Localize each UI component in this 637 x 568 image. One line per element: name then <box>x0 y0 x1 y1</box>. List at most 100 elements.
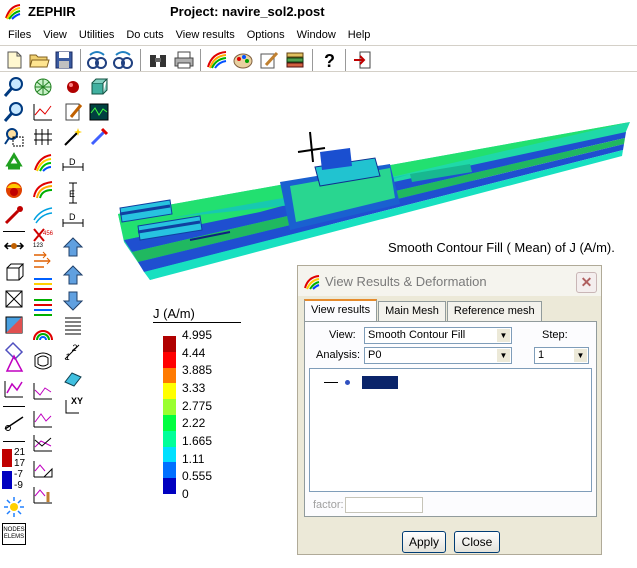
paint-palette-icon[interactable] <box>232 49 254 71</box>
menu-options[interactable]: Options <box>241 29 291 41</box>
dialog-title-bar[interactable]: View Results & Deformation ✕ <box>298 266 601 296</box>
exit-icon[interactable] <box>352 49 374 71</box>
crossed-box-icon[interactable] <box>3 288 25 310</box>
new-file-icon[interactable] <box>3 49 25 71</box>
mesh-graph-icon[interactable] <box>32 101 54 123</box>
xy-curve-icon[interactable] <box>32 380 54 402</box>
multi-curve-icon[interactable] <box>32 432 54 454</box>
save-icon[interactable] <box>53 49 75 71</box>
wireframe-sphere-icon[interactable] <box>32 76 54 98</box>
factor-input[interactable] <box>345 497 423 513</box>
apply-button[interactable]: Apply <box>402 531 446 553</box>
arrow-down-icon[interactable] <box>62 290 84 312</box>
analysis-select[interactable]: P0 ▼ <box>364 347 512 364</box>
results-tree[interactable] <box>309 368 592 492</box>
legend-color-segment <box>163 415 176 432</box>
arrow-up-icon[interactable] <box>62 236 84 258</box>
menu-view-results[interactable]: View results <box>170 29 241 41</box>
fill-contour-icon[interactable] <box>32 152 54 174</box>
svg-text:1: 1 <box>65 352 70 362</box>
light-icon[interactable] <box>3 496 25 518</box>
menu-bar: Files View Utilities Do cuts View result… <box>0 26 637 44</box>
rainbow-icon[interactable] <box>206 49 228 71</box>
rainbow-contour-icon[interactable] <box>32 178 54 200</box>
nodes-elems-button[interactable]: NODES ELEMS <box>2 523 26 545</box>
binoculars-icon[interactable] <box>147 49 169 71</box>
tree-item[interactable] <box>324 376 404 389</box>
contour-lines-icon[interactable] <box>32 204 54 226</box>
axis-scale-icon[interactable]: 2 1 <box>62 340 84 362</box>
print-icon[interactable] <box>173 49 195 71</box>
xy-axes-icon[interactable]: XY <box>62 394 84 416</box>
oscilloscope-icon[interactable] <box>88 101 110 123</box>
chevron-down-icon: ▼ <box>574 349 587 362</box>
layers-icon[interactable] <box>284 49 306 71</box>
value-range-widget[interactable]: 21 17 -7 -9 <box>2 447 28 493</box>
paint-brush-icon[interactable] <box>88 126 110 148</box>
min-color-swatch <box>2 471 12 489</box>
tab-main-mesh[interactable]: Main Mesh <box>378 301 446 321</box>
dimension-d2-icon[interactable]: D <box>62 208 84 230</box>
shaded-box-icon[interactable] <box>3 314 25 336</box>
redo-view-icon[interactable] <box>112 49 134 71</box>
menu-window[interactable]: Window <box>291 29 342 41</box>
colored-sphere-icon[interactable] <box>3 178 25 200</box>
text-lines-icon[interactable] <box>62 314 84 336</box>
mesh-grid-icon[interactable] <box>32 126 54 148</box>
legend-underline <box>153 322 241 323</box>
probe-icon[interactable] <box>3 204 25 226</box>
arrow-up-alt-icon[interactable] <box>62 264 84 286</box>
zoom-window-icon[interactable] <box>3 126 25 148</box>
help-icon[interactable]: ? <box>318 49 340 71</box>
zephir-window: ZEPHIR Project: navire_sol2.post Files V… <box>0 0 637 568</box>
wand-icon[interactable] <box>62 126 84 148</box>
zoom-out-icon[interactable] <box>3 101 25 123</box>
tab-view-results[interactable]: View results <box>304 299 378 321</box>
main-toolbar: ? <box>0 45 637 72</box>
undo-view-icon[interactable] <box>86 49 108 71</box>
dialog-tabs: View results Main Mesh Reference mesh <box>304 299 543 321</box>
dimension-d-icon[interactable]: D <box>62 156 84 178</box>
curve-triangle-icon[interactable] <box>32 458 54 480</box>
edit-brush-icon[interactable] <box>258 49 280 71</box>
color-bars-icon[interactable] <box>32 274 54 296</box>
zoom-in-icon[interactable] <box>3 76 25 98</box>
palette-separator <box>3 406 25 407</box>
curve-brush-icon[interactable] <box>32 484 54 506</box>
cube-icon[interactable] <box>3 262 25 284</box>
dialog-close-button[interactable]: ✕ <box>576 272 597 293</box>
menu-help[interactable]: Help <box>342 29 377 41</box>
cut-icon[interactable] <box>3 412 25 434</box>
menu-files[interactable]: Files <box>2 29 37 41</box>
menu-utilities[interactable]: Utilities <box>73 29 120 41</box>
ship-3d-model[interactable] <box>110 122 630 282</box>
dimension-e-icon[interactable]: E <box>62 182 84 204</box>
measure-icon[interactable] <box>3 235 25 257</box>
recycle-icon[interactable] <box>3 152 25 174</box>
notepad-icon[interactable] <box>62 101 84 123</box>
open-folder-icon[interactable] <box>28 49 50 71</box>
rainbow-dome-icon[interactable] <box>32 322 54 344</box>
red-ball-icon[interactable] <box>62 76 84 98</box>
triangle-icon[interactable] <box>3 352 25 374</box>
xy-plot-icon[interactable] <box>32 408 54 430</box>
label-e: E <box>69 189 75 199</box>
app-name: ZEPHIR <box>28 4 76 19</box>
tree-item-selected[interactable] <box>362 376 398 389</box>
cross-values-icon[interactable]: 456 123 <box>32 226 54 248</box>
close-button[interactable]: Close <box>454 531 500 553</box>
view-select[interactable]: Smooth Contour Fill ▼ <box>364 327 512 344</box>
svg-text:2: 2 <box>71 343 77 353</box>
menu-view[interactable]: View <box>37 29 73 41</box>
range-number-4: -9 <box>14 480 23 491</box>
tab-reference-mesh[interactable]: Reference mesh <box>446 301 542 321</box>
vector-arrows-icon[interactable] <box>32 250 54 272</box>
deformed-shape-icon[interactable] <box>32 350 54 372</box>
eraser-icon[interactable] <box>62 368 84 390</box>
range-number-1: 21 <box>14 447 26 458</box>
step-select[interactable]: 1 ▼ <box>534 347 589 364</box>
green-cube-icon[interactable] <box>88 76 110 98</box>
menu-do-cuts[interactable]: Do cuts <box>120 29 169 41</box>
stacked-bars-icon[interactable] <box>32 296 54 318</box>
curve-plot-icon[interactable] <box>3 378 25 400</box>
